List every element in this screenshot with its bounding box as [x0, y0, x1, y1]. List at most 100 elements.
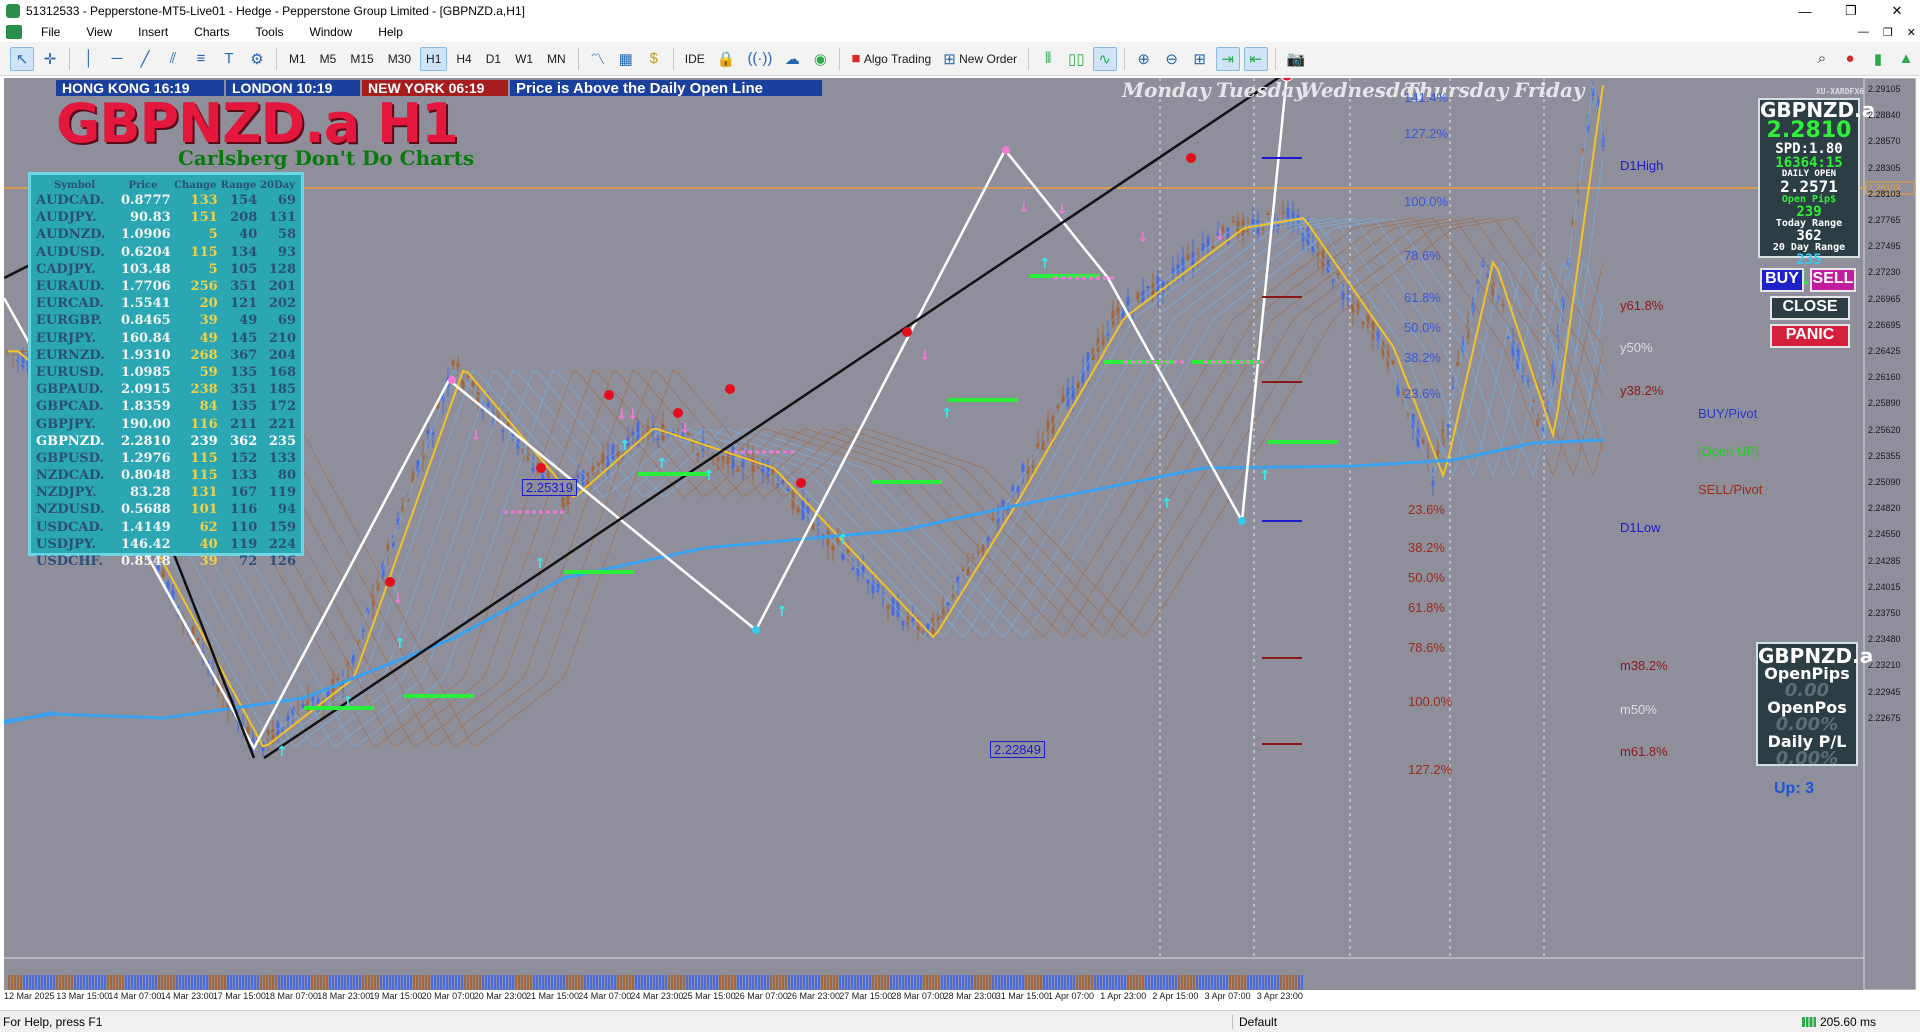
cursor-tool-icon[interactable]: ↖: [10, 46, 34, 71]
watch-row[interactable]: AUDJPY. 90.83 151 208 131: [35, 209, 297, 226]
candle-body: [786, 488, 790, 492]
watch-row[interactable]: GBPUSD. 1.2976 115 152 133: [35, 450, 297, 467]
tf-w1[interactable]: W1: [510, 47, 538, 71]
crosshair-icon[interactable]: ✛: [38, 47, 62, 71]
panic-button[interactable]: PANIC: [1770, 324, 1850, 348]
watch-row[interactable]: EURUSD. 1.0985 59 135 168: [35, 364, 297, 381]
tf-m5[interactable]: M5: [315, 47, 342, 71]
bottom-strip-bar: [320, 975, 322, 990]
child-minimize-icon[interactable]: —: [1858, 26, 1869, 39]
tf-mn[interactable]: MN: [542, 47, 571, 71]
tf-m15[interactable]: M15: [345, 47, 378, 71]
bottom-strip-bar: [1016, 975, 1018, 990]
watch-row[interactable]: NZDUSD. 0.5688 101 116 94: [35, 501, 297, 518]
watch-cell: 93: [277, 244, 296, 260]
bottom-strip-bar: [476, 975, 478, 990]
watch-row[interactable]: USDJPY. 146.42 40 119 224: [35, 536, 297, 553]
watch-row[interactable]: CADJPY. 103.48 5 105 128: [35, 261, 297, 278]
watch-row[interactable]: EURGBP. 0.8465 39 49 69: [35, 312, 297, 329]
new-order-button[interactable]: ⊞ New Order: [939, 47, 1021, 71]
fibonacci-icon[interactable]: ≡: [189, 47, 213, 71]
bottom-strip-bar: [1289, 975, 1291, 990]
dollar-icon[interactable]: $: [642, 47, 666, 71]
tf-m30[interactable]: M30: [383, 47, 416, 71]
community-icon[interactable]: ▲: [1894, 47, 1918, 71]
watch-row[interactable]: USDCAD. 1.4149 62 110 159: [35, 519, 297, 536]
watch-cell: 119: [268, 485, 296, 501]
candle-body: [1031, 465, 1035, 468]
child-close-icon[interactable]: ✕: [1907, 26, 1916, 39]
close-button[interactable]: CLOSE: [1770, 296, 1850, 320]
menu-charts[interactable]: Charts: [181, 25, 242, 39]
text-tool-icon[interactable]: T: [217, 47, 241, 71]
watch-row[interactable]: EURNZD. 1.9310 268 367 204: [35, 347, 297, 364]
minimize-icon[interactable]: —: [1782, 0, 1828, 22]
search-icon[interactable]: ⌕: [1810, 47, 1834, 71]
bottom-strip-bar: [1190, 975, 1192, 990]
maximize-icon[interactable]: ❐: [1828, 0, 1874, 22]
watch-row[interactable]: AUDNZD. 1.0906 5 40 58: [35, 226, 297, 243]
tf-d1[interactable]: D1: [481, 47, 506, 71]
globe-icon[interactable]: ◉: [808, 47, 832, 71]
indicators-icon[interactable]: ▦: [614, 47, 638, 71]
account-icon[interactable]: ▮: [1866, 47, 1890, 71]
ide-button[interactable]: IDE: [681, 47, 709, 71]
line-chart-icon[interactable]: ∿: [1092, 46, 1117, 71]
watch-row[interactable]: GBPAUD. 2.0915 238 351 185: [35, 381, 297, 398]
watch-cell: 1.7706: [120, 279, 171, 295]
watch-row[interactable]: EURJPY. 160.84 49 145 210: [35, 330, 297, 347]
price-scale-label: 2.25620: [1868, 424, 1901, 435]
chart-type-icon[interactable]: 〽: [586, 47, 610, 71]
watch-row[interactable]: AUDUSD. 0.6204 115 134 93: [35, 244, 297, 261]
tf-h4[interactable]: H4: [451, 47, 476, 71]
lock-icon[interactable]: 🔒: [713, 47, 740, 71]
channel-icon[interactable]: ⫽: [161, 47, 185, 71]
autoscroll-icon[interactable]: ⇥: [1215, 46, 1240, 71]
buy-button[interactable]: BUY: [1760, 268, 1804, 292]
cloud-icon[interactable]: ☁: [780, 47, 804, 71]
bottom-strip-bar: [1061, 975, 1063, 990]
watch-row[interactable]: EURCAD. 1.5541 20 121 202: [35, 295, 297, 312]
bottom-strip-bar: [587, 975, 589, 990]
watch-row[interactable]: USDCHF. 0.8548 39 72 126: [35, 553, 297, 570]
candle-chart-icon[interactable]: ▯▯: [1064, 47, 1089, 71]
chart-area[interactable]: ↑ ↑ ↑ ↑ ↑ ↑ ↑ ↑ ↑ ↑ ↑ ↑ ↑ ↓ ↓ ↓ ↓ ↓ ↓ ↓ ↓ ↓ ↓ 2.28103 HONG KONG…: [4, 78, 1916, 990]
tile-windows-icon[interactable]: ⊞: [1188, 47, 1212, 71]
watch-row[interactable]: GBPNZD. 2.2810 239 362 235: [35, 433, 297, 450]
zoom-in-icon[interactable]: ⊕: [1132, 47, 1156, 71]
menu-view[interactable]: View: [73, 25, 125, 39]
close-icon[interactable]: ✕: [1874, 0, 1920, 22]
bar-chart-icon[interactable]: ⫴: [1036, 47, 1060, 71]
candle-body: [1281, 211, 1285, 214]
tf-m1[interactable]: M1: [284, 47, 311, 71]
screenshot-icon[interactable]: 📷: [1283, 47, 1310, 71]
menu-file[interactable]: File: [28, 25, 73, 39]
menu-help[interactable]: Help: [365, 25, 416, 39]
chart-shift-icon[interactable]: ⇤: [1243, 46, 1268, 71]
candle-body: [456, 362, 460, 368]
sell-button[interactable]: SELL: [1810, 268, 1856, 292]
algo-trading-button[interactable]: ■ Algo Trading: [847, 47, 935, 71]
watch-row[interactable]: NZDCAD. 0.8048 115 133 80: [35, 467, 297, 484]
menu-tools[interactable]: Tools: [243, 25, 297, 39]
watch-row[interactable]: EURAUD. 1.7706 256 351 201: [35, 278, 297, 295]
watch-row[interactable]: GBPJPY. 190.00 116 211 221: [35, 415, 297, 432]
trendline-icon[interactable]: ╱: [133, 47, 157, 71]
signal-icon[interactable]: ((·)): [743, 47, 776, 71]
shapes-icon[interactable]: ⚙: [245, 47, 269, 71]
menu-window[interactable]: Window: [297, 25, 366, 39]
horizontal-line-icon[interactable]: ─: [105, 47, 129, 71]
zoom-out-icon[interactable]: ⊖: [1160, 47, 1184, 71]
bottom-strip-bar: [641, 975, 643, 990]
candle-body: [1526, 380, 1530, 383]
watch-row[interactable]: AUDCAD. 0.8777 133 154 69: [35, 192, 297, 209]
watch-row[interactable]: NZDJPY. 83.28 131 167 119: [35, 484, 297, 501]
child-restore-icon[interactable]: ❐: [1883, 26, 1893, 39]
menu-insert[interactable]: Insert: [125, 25, 181, 39]
connection-status[interactable]: 205.60 ms: [1802, 1015, 1876, 1029]
tf-h1[interactable]: H1: [420, 46, 448, 71]
notifications-icon[interactable]: ●: [1838, 47, 1862, 71]
watch-row[interactable]: GBPCAD. 1.8359 84 135 172: [35, 398, 297, 415]
vertical-line-icon[interactable]: │: [77, 47, 101, 71]
watch-cell: CADJPY.: [36, 261, 96, 277]
